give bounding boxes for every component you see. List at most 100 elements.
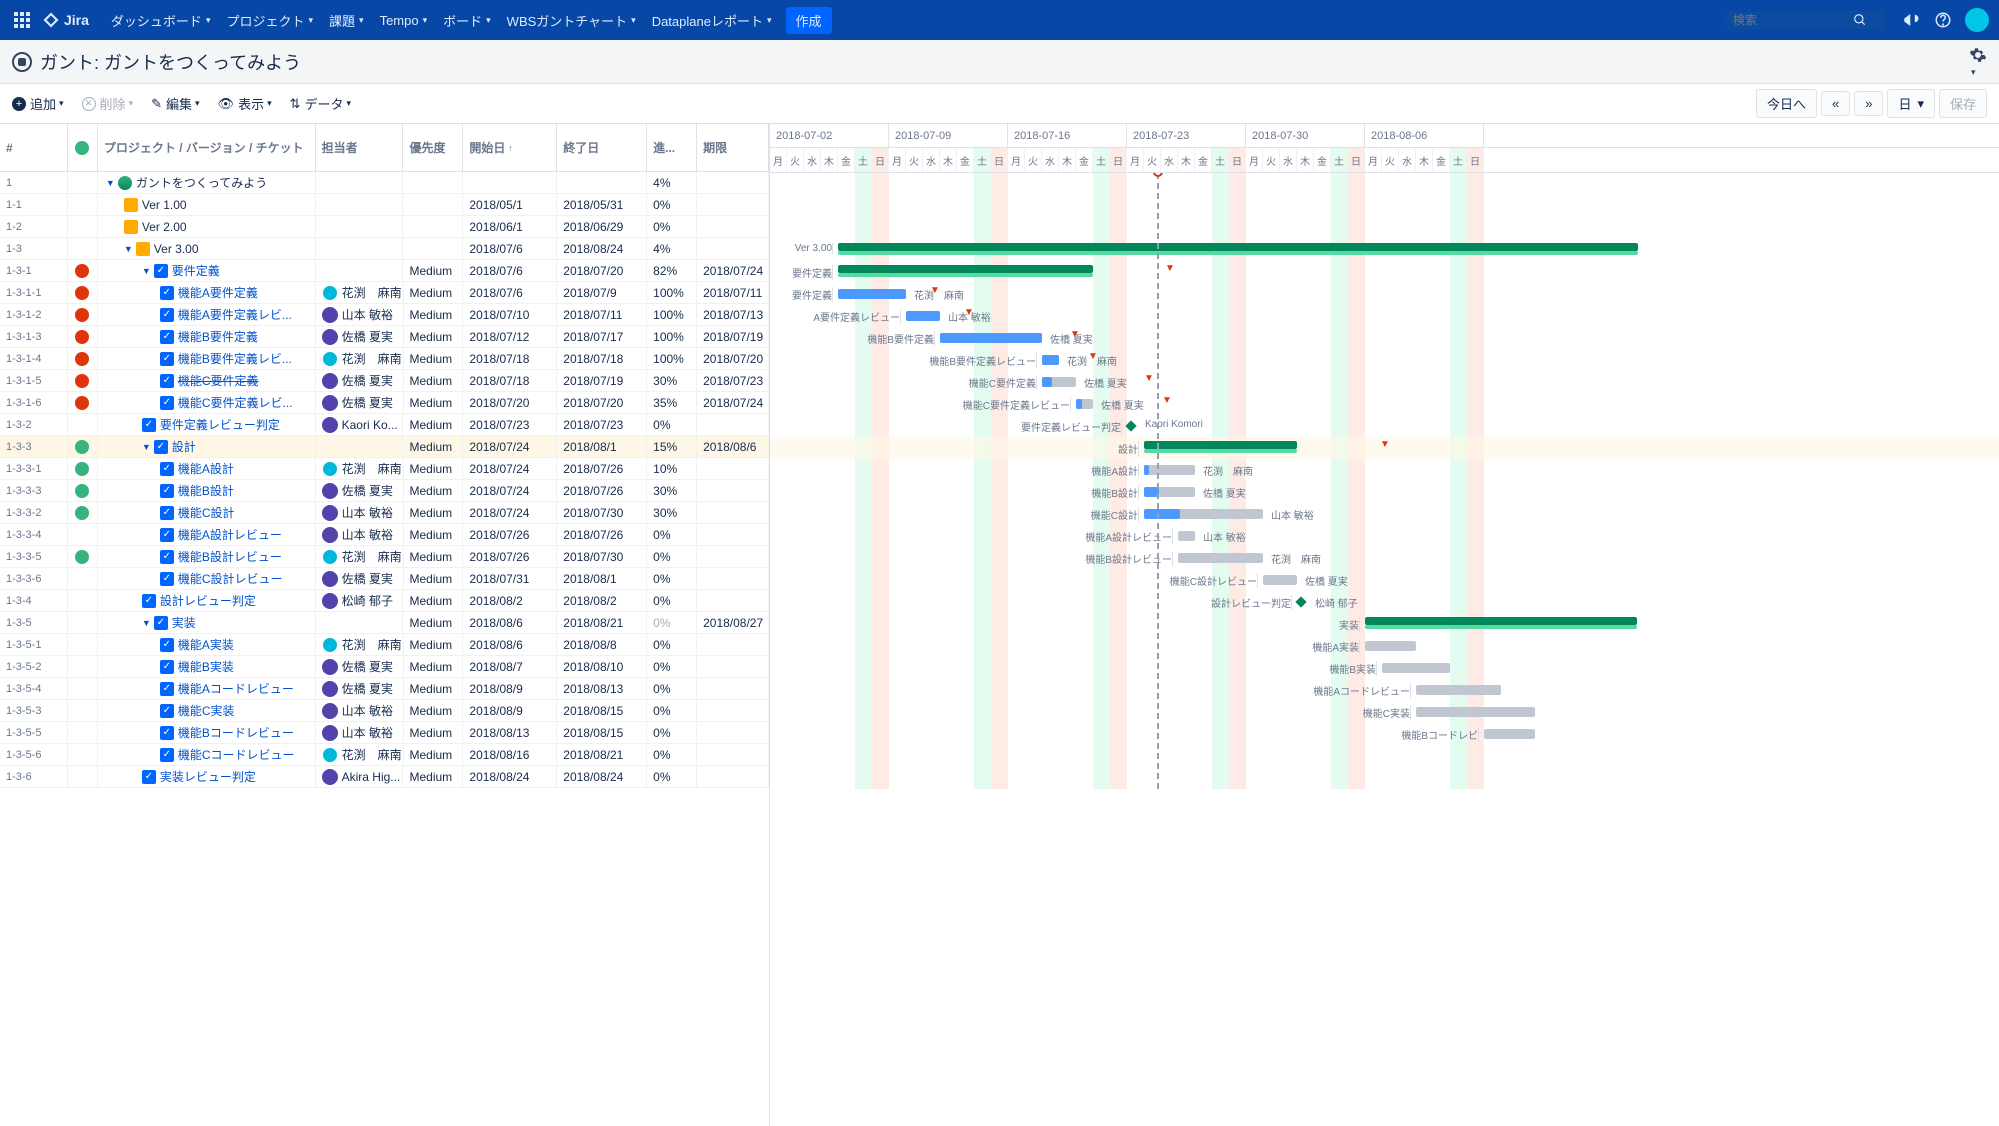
gantt-row[interactable]: 実装: [770, 613, 1999, 635]
help-icon[interactable]: [1929, 6, 1957, 34]
gantt-row[interactable]: 要件定義: [770, 261, 1999, 283]
expand-icon[interactable]: ▼: [142, 266, 151, 276]
edit-button[interactable]: ✎編集▾: [151, 94, 199, 113]
task-bar[interactable]: [1178, 531, 1195, 541]
expand-icon[interactable]: ▼: [124, 244, 133, 254]
nav-item[interactable]: プロジェクト▾: [218, 0, 321, 40]
cell-name[interactable]: ✓機能B要件定義レビ...: [98, 348, 316, 370]
col-deadline[interactable]: 期限: [697, 124, 769, 171]
summary-bar[interactable]: [838, 243, 1638, 251]
gantt-row[interactable]: 機能B設計レビュー花渕 麻南: [770, 547, 1999, 569]
task-bar[interactable]: [1382, 663, 1450, 673]
table-row[interactable]: 1-2 Ver 2.00 2018/06/1 2018/06/29 0%: [0, 216, 769, 238]
table-row[interactable]: 1-3-5-6 ✓機能Cコードレビュー 花渕 麻南 Medium 2018/08…: [0, 744, 769, 766]
gantt-row[interactable]: 機能C設計山本 敏裕: [770, 503, 1999, 525]
cell-name[interactable]: ✓機能B設計: [98, 480, 316, 502]
gantt-row[interactable]: 機能A実装: [770, 635, 1999, 657]
col-assignee[interactable]: 担当者: [316, 124, 404, 171]
gantt-row[interactable]: [770, 217, 1999, 239]
cell-name[interactable]: ▼Ver 3.00: [98, 238, 316, 260]
task-bar[interactable]: [1484, 729, 1535, 739]
table-row[interactable]: 1-3-1-1 ✓機能A要件定義 花渕 麻南 Medium 2018/07/6 …: [0, 282, 769, 304]
create-button[interactable]: 作成: [786, 7, 832, 34]
table-row[interactable]: 1-3-3 ▼✓設計 Medium 2018/07/24 2018/08/1 1…: [0, 436, 769, 458]
col-name[interactable]: プロジェクト / バージョン / チケット: [98, 124, 316, 171]
table-row[interactable]: 1-3-1 ▼✓要件定義 Medium 2018/07/6 2018/07/20…: [0, 260, 769, 282]
cell-name[interactable]: ▼✓要件定義: [98, 260, 316, 282]
expand-icon[interactable]: ▼: [142, 442, 151, 452]
cell-name[interactable]: ✓機能A要件定義レビ...: [98, 304, 316, 326]
table-row[interactable]: 1-3-5-2 ✓機能B実装 佐橋 夏実 Medium 2018/08/7 20…: [0, 656, 769, 678]
gantt-row[interactable]: A要件定義レビュー山本 敏裕: [770, 305, 1999, 327]
table-row[interactable]: 1-3-5-3 ✓機能C実装 山本 敏裕 Medium 2018/08/9 20…: [0, 700, 769, 722]
table-row[interactable]: 1-3-1-3 ✓機能B要件定義 佐橋 夏実 Medium 2018/07/12…: [0, 326, 769, 348]
table-row[interactable]: 1-3-3-6 ✓機能C設計レビュー 佐橋 夏実 Medium 2018/07/…: [0, 568, 769, 590]
cell-name[interactable]: ✓機能A実装: [98, 634, 316, 656]
cell-name[interactable]: ✓機能B実装: [98, 656, 316, 678]
table-row[interactable]: 1-3-5 ▼✓実装 Medium 2018/08/6 2018/08/21 0…: [0, 612, 769, 634]
summary-bar[interactable]: [838, 265, 1093, 273]
add-button[interactable]: +追加▾: [12, 94, 64, 113]
table-row[interactable]: 1-3-5-1 ✓機能A実装 花渕 麻南 Medium 2018/08/6 20…: [0, 634, 769, 656]
task-bar[interactable]: [1144, 465, 1195, 475]
table-row[interactable]: 1-3-5-5 ✓機能Bコードレビュー 山本 敏裕 Medium 2018/08…: [0, 722, 769, 744]
cell-name[interactable]: ✓機能B設計レビュー: [98, 546, 316, 568]
table-row[interactable]: 1-3-3-2 ✓機能C設計 山本 敏裕 Medium 2018/07/24 2…: [0, 502, 769, 524]
today-button[interactable]: 今日へ: [1756, 89, 1817, 118]
gantt-row[interactable]: 機能A設計花渕 麻南: [770, 459, 1999, 481]
table-row[interactable]: 1 ▼ガントをつくってみよう 4%: [0, 172, 769, 194]
cell-name[interactable]: ✓機能Cコードレビュー: [98, 744, 316, 766]
col-progress[interactable]: 進...: [647, 124, 697, 171]
cell-name[interactable]: ✓設計レビュー判定: [98, 590, 316, 612]
col-start[interactable]: 開始日↑: [463, 124, 557, 171]
task-bar[interactable]: [1365, 641, 1416, 651]
cell-name[interactable]: ▼✓実装: [98, 612, 316, 634]
cell-name[interactable]: ✓機能Bコードレビュー: [98, 722, 316, 744]
gantt-row[interactable]: [770, 745, 1999, 767]
table-row[interactable]: 1-3-3-4 ✓機能A設計レビュー 山本 敏裕 Medium 2018/07/…: [0, 524, 769, 546]
expand-icon[interactable]: ▼: [142, 618, 151, 628]
gantt-row[interactable]: 機能B設計佐橋 夏実: [770, 481, 1999, 503]
feedback-icon[interactable]: [1897, 6, 1925, 34]
cell-name[interactable]: ✓機能A設計: [98, 458, 316, 480]
nav-item[interactable]: 課題▾: [321, 0, 372, 40]
table-row[interactable]: 1-3-4 ✓設計レビュー判定 松崎 郁子 Medium 2018/08/2 2…: [0, 590, 769, 612]
cell-name[interactable]: Ver 2.00: [98, 216, 316, 238]
summary-bar[interactable]: [1365, 617, 1637, 625]
jira-logo[interactable]: Jira: [42, 11, 89, 29]
unit-select[interactable]: 日▾: [1887, 89, 1935, 118]
cell-name[interactable]: ✓機能B要件定義: [98, 326, 316, 348]
task-bar[interactable]: [1416, 707, 1535, 717]
summary-bar[interactable]: [1144, 441, 1297, 449]
milestone-icon[interactable]: [1125, 420, 1136, 431]
table-row[interactable]: 1-3-1-2 ✓機能A要件定義レビ... 山本 敏裕 Medium 2018/…: [0, 304, 769, 326]
table-row[interactable]: 1-3-6 ✓実装レビュー判定 Akira Hig... Medium 2018…: [0, 766, 769, 788]
gantt-row[interactable]: 設計レビュー判定松崎 郁子: [770, 591, 1999, 613]
data-button[interactable]: ⇅データ▾: [290, 94, 351, 113]
prev-button[interactable]: «: [1821, 91, 1850, 116]
nav-item[interactable]: ボード▾: [435, 0, 499, 40]
gantt-row[interactable]: [770, 173, 1999, 195]
cell-name[interactable]: ✓機能C要件定義: [98, 370, 316, 392]
table-row[interactable]: 1-3-1-6 ✓機能C要件定義レビ... 佐橋 夏実 Medium 2018/…: [0, 392, 769, 414]
gantt-row[interactable]: 機能Aコードレビュー: [770, 679, 1999, 701]
next-button[interactable]: »: [1854, 91, 1883, 116]
cell-name[interactable]: ✓機能C実装: [98, 700, 316, 722]
cell-name[interactable]: ▼✓設計: [98, 436, 316, 458]
cell-name[interactable]: ✓機能C要件定義レビ...: [98, 392, 316, 414]
expand-icon[interactable]: ▼: [106, 178, 115, 188]
nav-item[interactable]: ダッシュボード▾: [103, 0, 219, 40]
gantt-row[interactable]: 要件定義花渕 麻南: [770, 283, 1999, 305]
milestone-icon[interactable]: [1295, 596, 1306, 607]
app-switcher-icon[interactable]: [10, 8, 34, 32]
cell-name[interactable]: ✓機能Aコードレビュー: [98, 678, 316, 700]
gantt-row[interactable]: 機能B要件定義佐橋 夏実: [770, 327, 1999, 349]
table-row[interactable]: 1-3-5-4 ✓機能Aコードレビュー 佐橋 夏実 Medium 2018/08…: [0, 678, 769, 700]
col-end[interactable]: 終了日: [557, 124, 647, 171]
cell-name[interactable]: ✓機能C設計レビュー: [98, 568, 316, 590]
table-row[interactable]: 1-3-3-5 ✓機能B設計レビュー 花渕 麻南 Medium 2018/07/…: [0, 546, 769, 568]
gantt-row[interactable]: 機能A設計レビュー山本 敏裕: [770, 525, 1999, 547]
gantt-row[interactable]: 機能B実装: [770, 657, 1999, 679]
table-row[interactable]: 1-3-3-1 ✓機能A設計 花渕 麻南 Medium 2018/07/24 2…: [0, 458, 769, 480]
task-bar[interactable]: [1416, 685, 1501, 695]
